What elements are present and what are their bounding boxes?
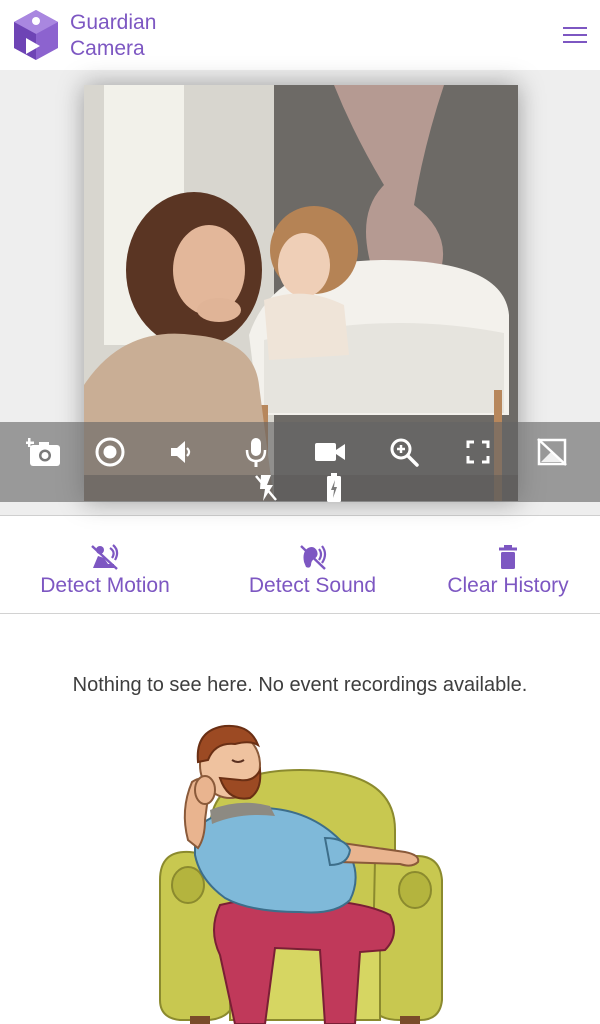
empty-events-message: Nothing to see here. No event recordings… xyxy=(72,674,528,696)
app-title-line1: Guardian xyxy=(70,11,157,34)
camera-controls-bar xyxy=(0,422,600,502)
app-title: Guardian Camera xyxy=(70,10,156,62)
fullscreen-icon[interactable] xyxy=(458,434,498,470)
detect-sound-button[interactable]: Detect Sound xyxy=(240,544,385,608)
battery-charging-icon xyxy=(314,470,354,506)
microphone-icon[interactable] xyxy=(236,434,276,470)
record-icon[interactable] xyxy=(90,434,130,470)
hamburger-menu-icon[interactable] xyxy=(560,22,590,50)
app-header: Guardian Camera xyxy=(0,0,600,70)
detect-sound-label: Detect Sound xyxy=(248,574,377,597)
event-actions-row: Detect Motion Detect Sound Clear History xyxy=(0,530,600,614)
clear-history-button[interactable]: Clear History xyxy=(438,544,578,608)
video-camera-icon[interactable] xyxy=(310,434,350,470)
sleeping-man-illustration xyxy=(159,724,443,1024)
sound-off-icon xyxy=(299,545,326,570)
motion-off-icon xyxy=(91,544,119,570)
hide-video-icon[interactable] xyxy=(532,434,572,470)
detect-motion-button[interactable]: Detect Motion xyxy=(30,544,180,608)
clear-history-label: Clear History xyxy=(447,574,569,597)
trash-icon xyxy=(499,545,517,569)
volume-icon[interactable] xyxy=(160,434,200,470)
flash-off-icon[interactable] xyxy=(246,470,286,506)
cube-logo-icon xyxy=(14,10,58,60)
add-photo-icon[interactable] xyxy=(24,434,64,470)
camera-stage xyxy=(0,70,600,516)
zoom-in-icon[interactable] xyxy=(384,434,424,470)
app-title-line2: Camera xyxy=(70,37,145,60)
detect-motion-label: Detect Motion xyxy=(40,574,170,597)
